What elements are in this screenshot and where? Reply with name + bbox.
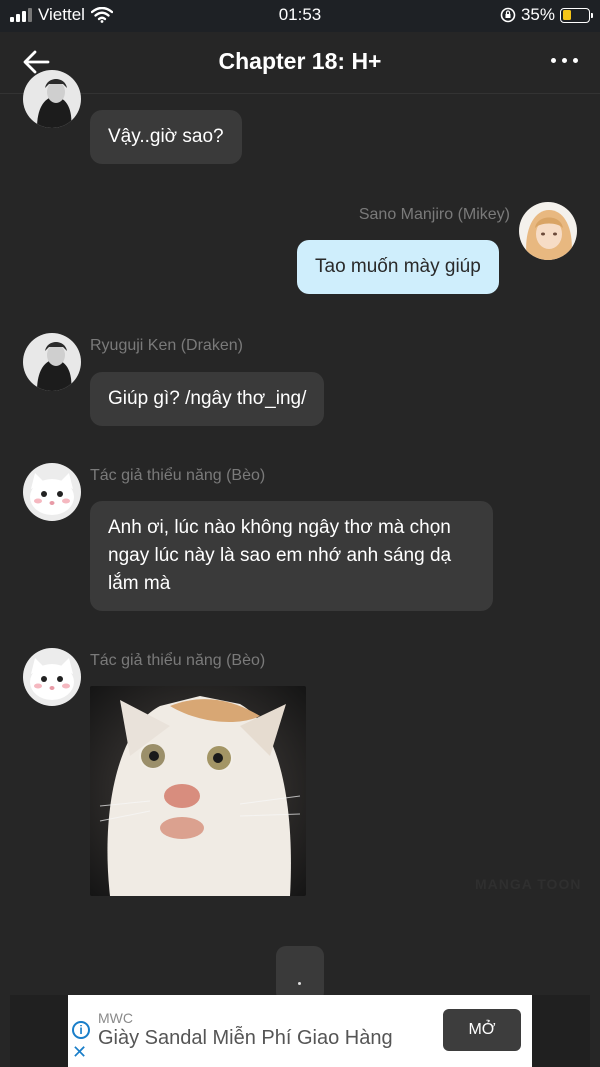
page-title: Chapter 18: H+ — [218, 48, 382, 74]
battery-percent: 35% — [520, 5, 555, 24]
watermark: MANGA TOON — [475, 876, 582, 892]
sender-name: Tác giả thiểu năng (Bèo) — [90, 467, 266, 484]
more-horizontal-icon[interactable] — [551, 58, 578, 63]
message-bubble: Anh ơi, lúc nào không ngây thơ mà chọn n… — [90, 501, 493, 611]
cat-photo[interactable] — [90, 686, 306, 896]
message-bubble: Vậy..giờ sao? — [90, 110, 242, 164]
ad-text[interactable]: Giày Sandal Miễn Phí Giao Hàng — [98, 1027, 393, 1050]
nav-bar: Chapter 18: H+ — [0, 32, 600, 94]
avatar-author[interactable] — [23, 648, 81, 706]
avatar-draken[interactable] — [23, 70, 81, 128]
orientation-lock-icon — [500, 7, 516, 23]
status-bar: Viettel 01:53 35% — [0, 0, 600, 32]
close-icon[interactable]: ✕ — [72, 1043, 87, 1061]
status-right: 35% — [500, 5, 593, 25]
message-bubble: Giúp gì? /ngây thơ_ing/ — [90, 372, 325, 426]
sender-name: Tác giả thiểu năng (Bèo) — [90, 652, 266, 669]
sender-name: Sano Manjiro (Mikey) — [358, 206, 510, 223]
battery-icon — [560, 7, 593, 23]
avatar-mikey[interactable] — [519, 202, 577, 260]
ad-banner[interactable]: i ✕ MWC Giày Sandal Miễn Phí Giao Hàng M… — [68, 995, 532, 1067]
avatar-author[interactable] — [23, 463, 81, 521]
typing-indicator[interactable] — [276, 946, 324, 1002]
ad-open-button[interactable]: MỞ — [443, 1009, 521, 1051]
ad-brand: MWC — [98, 1010, 133, 1026]
typing-dot — [298, 982, 301, 985]
avatar-draken[interactable] — [23, 333, 81, 391]
my-message-bubble: Tao muốn mày giúp — [297, 240, 499, 294]
battery-level — [562, 10, 572, 20]
sender-name: Ryuguji Ken (Draken) — [90, 337, 243, 354]
info-icon[interactable]: i — [72, 1021, 90, 1039]
